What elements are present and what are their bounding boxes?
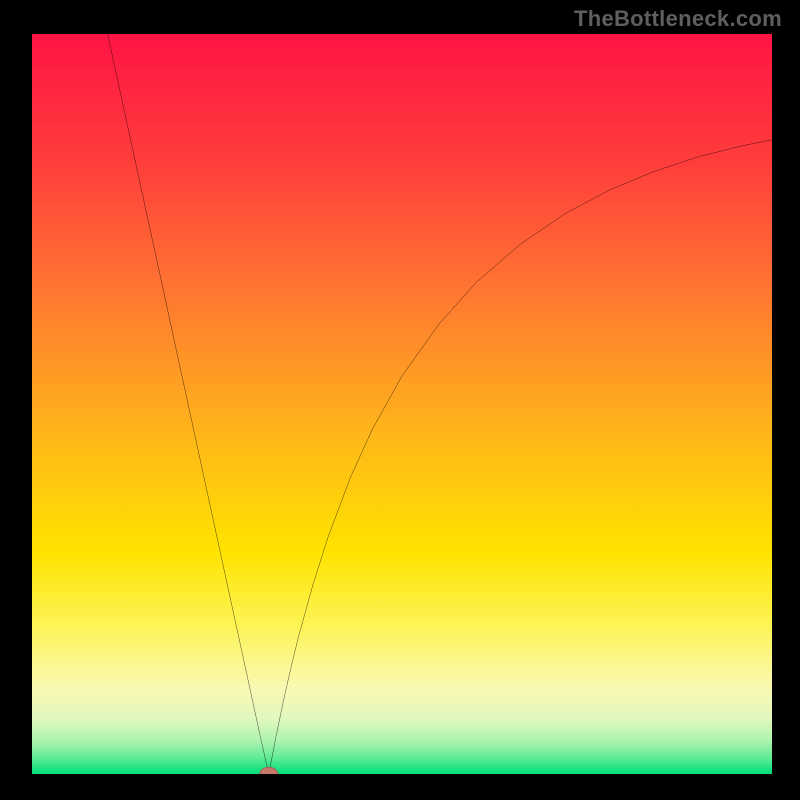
bottleneck-chart xyxy=(32,34,772,774)
watermark-label: TheBottleneck.com xyxy=(574,6,782,32)
gradient-background xyxy=(32,34,772,774)
chart-frame: TheBottleneck.com xyxy=(0,0,800,800)
